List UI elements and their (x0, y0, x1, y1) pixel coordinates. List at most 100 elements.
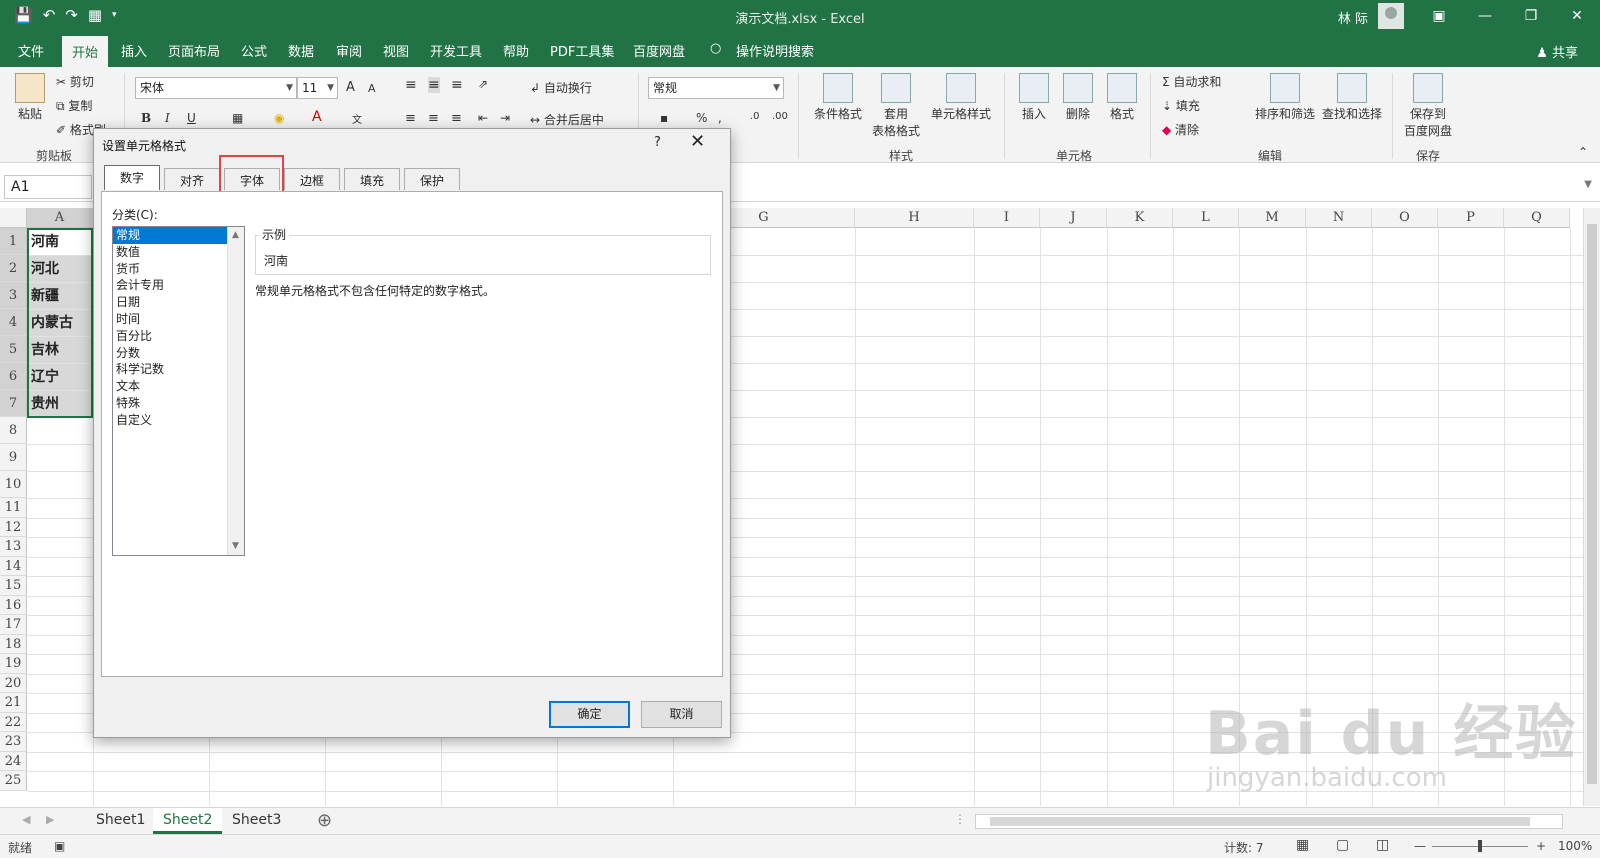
tab-protection[interactable]: 保护 (404, 168, 460, 190)
row-header[interactable]: 18 (0, 635, 27, 654)
align-center-icon[interactable]: ≡ (428, 111, 439, 126)
tab-baidu-netdisk[interactable]: 百度网盘 (633, 41, 685, 60)
tab-view[interactable]: 视图 (383, 41, 409, 60)
decrease-decimal-icon[interactable]: .00 (772, 111, 788, 122)
list-item[interactable]: 数值 (113, 244, 227, 261)
row-header[interactable]: 21 (0, 693, 27, 713)
column-header[interactable]: Q (1504, 208, 1570, 228)
column-header[interactable]: J (1040, 208, 1107, 228)
cell-a3[interactable]: 新疆 (28, 283, 92, 309)
scroll-right-icon[interactable]: ▶ (46, 813, 54, 826)
zoom-out-icon[interactable]: — (1414, 839, 1426, 853)
align-middle-icon[interactable]: ≡ (428, 77, 440, 93)
horizontal-scrollbar[interactable] (975, 814, 1563, 829)
list-item[interactable]: 时间 (113, 311, 227, 328)
cell-a7[interactable]: 贵州 (28, 391, 92, 417)
user-name[interactable]: 林 际 (1338, 8, 1368, 27)
zoom-level[interactable]: 100% (1558, 839, 1592, 853)
insert-cells-button[interactable]: 插入 (1014, 73, 1054, 122)
italic-button[interactable]: I (165, 111, 170, 125)
grow-font-button[interactable]: A (346, 80, 355, 95)
column-header[interactable]: L (1173, 208, 1239, 228)
row-header[interactable]: 6 (0, 363, 27, 390)
underline-button[interactable]: U (187, 111, 196, 125)
list-item[interactable]: 货币 (113, 261, 227, 278)
decrease-indent-icon[interactable]: ⇤ (478, 111, 488, 125)
sheet-tab[interactable]: Sheet1 (86, 808, 155, 834)
fill-color-icon[interactable]: ◉ (274, 111, 284, 125)
row-header[interactable]: 2 (0, 255, 27, 282)
list-item[interactable]: 特殊 (113, 395, 227, 412)
currency-icon[interactable]: ▪ (660, 111, 668, 125)
row-header[interactable]: 12 (0, 518, 27, 537)
zoom-in-icon[interactable]: + (1536, 839, 1546, 853)
tab-help[interactable]: 帮助 (503, 41, 529, 60)
row-header[interactable]: 8 (0, 417, 27, 444)
percent-button[interactable]: % (696, 111, 707, 125)
row-header[interactable]: 5 (0, 336, 27, 363)
ribbon-display-icon[interactable]: ▣ (1416, 0, 1462, 33)
row-header[interactable]: 23 (0, 732, 27, 752)
list-item[interactable]: 常规 (113, 227, 227, 244)
cell-styles-button[interactable]: 单元格样式 (928, 73, 994, 122)
align-bottom-icon[interactable]: ≡ (451, 77, 463, 93)
font-color-icon[interactable]: A (312, 109, 322, 125)
tab-developer[interactable]: 开发工具 (430, 41, 482, 60)
row-header[interactable]: 4 (0, 309, 27, 336)
tab-fill[interactable]: 填充 (344, 168, 400, 190)
scroll-thumb[interactable] (1587, 224, 1597, 784)
minimize-icon[interactable]: — (1462, 0, 1508, 33)
conditional-format-button[interactable]: 条件格式 (808, 73, 868, 122)
row-header[interactable]: 11 (0, 498, 27, 518)
cell-a2[interactable]: 河北 (28, 256, 92, 282)
cell-a1[interactable]: 河南 (28, 229, 92, 255)
column-header[interactable]: O (1372, 208, 1438, 228)
tab-file[interactable]: 文件 (18, 41, 44, 60)
list-item[interactable]: 百分比 (113, 328, 227, 345)
comma-button[interactable]: , (718, 111, 722, 125)
select-all-corner[interactable] (0, 208, 27, 228)
cell-a5[interactable]: 吉林 (28, 337, 92, 363)
column-header[interactable]: A (27, 208, 93, 228)
align-left-icon[interactable]: ≡ (405, 111, 416, 126)
column-header[interactable]: H (855, 208, 974, 228)
chevron-down-icon[interactable]: ▼ (232, 541, 239, 551)
share-button[interactable]: ♟ 共享 (1536, 42, 1578, 61)
column-header[interactable]: P (1438, 208, 1504, 228)
row-header[interactable]: 14 (0, 557, 27, 576)
row-header[interactable]: 19 (0, 654, 27, 674)
clear-button[interactable]: ◆ 清除 (1162, 121, 1199, 138)
normal-view-icon[interactable]: ▦ (1296, 837, 1309, 853)
tab-number[interactable]: 数字 (104, 165, 160, 190)
row-header[interactable]: 20 (0, 674, 27, 693)
row-header[interactable]: 15 (0, 576, 27, 596)
restore-icon[interactable]: ❐ (1508, 0, 1554, 33)
tab-border[interactable]: 边框 (284, 168, 340, 190)
column-header[interactable]: I (974, 208, 1040, 228)
column-header[interactable]: K (1107, 208, 1173, 228)
vertical-scrollbar[interactable] (1583, 208, 1600, 806)
tab-review[interactable]: 审阅 (336, 41, 362, 60)
list-item[interactable]: 文本 (113, 378, 227, 395)
row-header[interactable]: 24 (0, 752, 27, 771)
tab-page-layout[interactable]: 页面布局 (168, 41, 220, 60)
help-button[interactable]: ? (654, 135, 661, 150)
row-header[interactable]: 1 (0, 228, 27, 255)
tell-me-search[interactable]: 操作说明搜索 (736, 41, 814, 60)
list-item[interactable]: 分数 (113, 345, 227, 362)
split-handle-icon[interactable]: ⋮ (954, 812, 966, 826)
name-box[interactable]: A1 (4, 175, 92, 199)
add-sheet-icon[interactable]: ⊕ (317, 810, 332, 831)
sheet-tab[interactable]: Sheet3 (222, 808, 291, 834)
sheet-tab-active[interactable]: Sheet2 (153, 808, 223, 834)
tab-insert[interactable]: 插入 (121, 41, 147, 60)
tab-formulas[interactable]: 公式 (241, 41, 267, 60)
number-format-combo[interactable]: 常规 ▼ (648, 77, 784, 99)
macro-record-icon[interactable]: ▣ (54, 839, 65, 853)
borders-icon[interactable]: ▦ (232, 111, 243, 125)
scroll-left-icon[interactable]: ◀ (22, 813, 30, 826)
chevron-up-icon[interactable]: ▲ (232, 230, 239, 240)
sort-filter-button[interactable]: 排序和筛选 (1254, 73, 1316, 122)
page-break-view-icon[interactable]: ◫ (1376, 837, 1389, 853)
shrink-font-button[interactable]: A (368, 82, 376, 95)
